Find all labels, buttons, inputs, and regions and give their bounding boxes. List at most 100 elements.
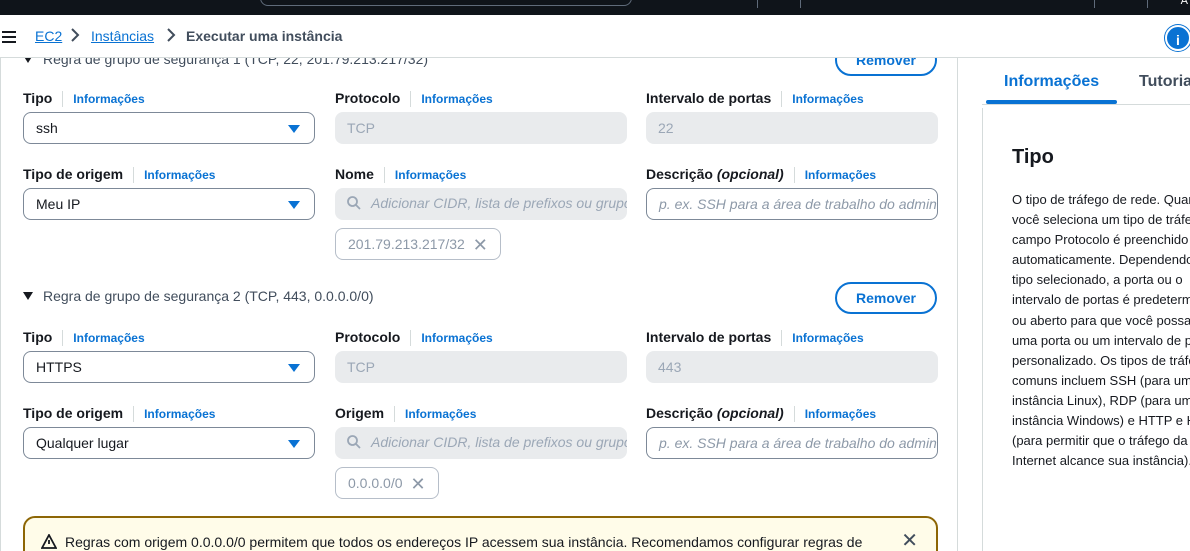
description-info-link[interactable]: Informações [805,168,876,182]
rule-1-source-type-value: Meu IP [36,196,81,212]
breadcrumb-ec2[interactable]: EC2 [35,28,62,44]
help-line: O tipo de tráfego de rede. Quando [1012,192,1190,207]
help-line: Internet alcance sua instância). [1012,453,1190,469]
rule-2-protocol-field: TCP [335,351,627,383]
help-line: instância Windows) e HTTP e HTTPS [1012,413,1190,429]
source-type-label: Tipo de origem [23,405,124,421]
protocol-label: Protocolo [335,90,401,106]
protocol-label: Protocolo [335,329,401,345]
rule-1-type-label-row: Tipo Informações [23,90,145,108]
menu-icon[interactable] [2,31,16,43]
info-panel-button[interactable]: i [1165,25,1190,51]
rule-2-description-input[interactable]: p. ex. SSH para a área de trabalho do ad… [646,427,938,459]
rule-2-type-value: HTTPS [36,359,82,375]
rule-2-header-text: Regra de grupo de segurança 2 (TCP, 443,… [43,288,374,304]
rule-2-protocol-label-row: Protocolo Informações [335,329,493,347]
tab-tutoriais[interactable]: Tutoriais [1139,73,1190,91]
rule-1-type-value: ssh [36,120,58,136]
security-group-rules-panel: Regra de grupo de segurança 1 (TCP, 22, … [0,58,958,551]
rule-2-ports-label-row: Intervalo de portas Informações [646,329,864,347]
rule-1-source-type-select[interactable]: Meu IP [23,188,315,220]
port-range-label: Intervalo de portas [646,90,772,106]
dropdown-caret-icon [288,201,300,209]
protocol-info-link[interactable]: Informações [421,331,492,345]
rule-1-name-label-row: Nome Informações [335,166,466,184]
cidr-placeholder: Adicionar CIDR, lista de prefixos ou gru… [371,434,627,450]
source-type-label: Tipo de origem [23,166,124,182]
optional-tag: (opcional) [716,405,784,421]
rule-2-description-label-row: Descrição (opcional) Informações [646,405,876,423]
active-tab-indicator [986,100,1117,104]
rule-2-type-select[interactable]: HTTPS [23,351,315,383]
topbar-divider [757,0,758,8]
rule-1-type-select[interactable]: ssh [23,112,315,144]
rule-2-cidr-search-input[interactable]: Adicionar CIDR, lista de prefixos ou gru… [335,427,627,459]
dropdown-caret-icon [288,440,300,448]
rule-2-source-type-select[interactable]: Qualquer lugar [23,427,315,459]
global-search-box[interactable] [260,0,632,6]
help-side-panel: Informações Tutoriais Tipo O tipo de trá… [958,58,1190,551]
close-icon[interactable]: ✕ [411,475,426,493]
help-line: (para permitir que o tráfego da [1012,433,1188,449]
search-icon [347,196,361,210]
top-navigation-bar: A [0,0,1190,15]
rule-1-ports-label-row: Intervalo de portas Informações [646,90,864,108]
rule-2-cidr-token: 0.0.0.0/0 ✕ [335,467,439,499]
chevron-right-icon [166,28,176,45]
port-range-info-link[interactable]: Informações [792,92,863,106]
help-line: automaticamente. Dependendo do [1012,252,1190,268]
rule-1-header-text: Regra de grupo de segurança 1 (TCP, 22, … [43,58,429,67]
type-info-link[interactable]: Informações [73,92,144,106]
rule-2-source-type-value: Qualquer lugar [36,435,129,451]
name-info-link[interactable]: Informações [395,168,466,182]
rule-1-protocol-label-row: Protocolo Informações [335,90,493,108]
origin-label: Origem [335,405,385,421]
warning-text: Regras com origem 0.0.0.0/0 permitem que… [65,534,863,550]
rule-1-description-label-row: Descrição (opcional) Informações [646,166,876,184]
topbar-account-text[interactable]: A [1181,0,1188,7]
tab-informacoes[interactable]: Informações [1004,73,1099,91]
origin-info-link[interactable]: Informações [405,407,476,421]
rule-1-cidr-search-input[interactable]: Adicionar CIDR, lista de prefixos ou gru… [335,188,627,220]
rule-1-description-input[interactable]: p. ex. SSH para a área de trabalho do ad… [646,188,938,220]
description-label: Descrição (opcional) [646,405,784,421]
type-label: Tipo [23,329,53,345]
close-icon[interactable]: ✕ [473,236,488,254]
rule-2-remove-button[interactable]: Remover [835,282,937,314]
tabs-divider [982,104,1190,105]
description-label-text: Descrição [646,166,713,182]
rule-2-origin-label-row: Origem Informações [335,405,476,423]
breadcrumb-bar: EC2 Instâncias Executar uma instância i [0,15,1190,58]
type-label: Tipo [23,90,53,106]
rule-2-source-type-label-row: Tipo de origem Informações [23,405,215,423]
name-label: Nome [335,166,374,182]
source-type-info-link[interactable]: Informações [144,168,215,182]
optional-tag: (opcional) [716,166,784,182]
collapse-triangle-icon [23,292,33,300]
rule-1-header[interactable]: Regra de grupo de segurança 1 (TCP, 22, … [23,58,428,67]
cidr-token-value: 201.79.213.217/32 [348,236,465,252]
dropdown-caret-icon [288,364,300,372]
help-line: comuns incluem SSH (para uma [1012,372,1190,388]
close-icon[interactable]: ✕ [901,528,918,551]
description-info-link[interactable]: Informações [805,407,876,421]
chevron-right-icon [70,28,80,45]
protocol-info-link[interactable]: Informações [421,92,492,106]
port-range-label: Intervalo de portas [646,329,772,345]
type-info-link[interactable]: Informações [73,331,144,345]
port-range-info-link[interactable]: Informações [792,331,863,345]
rule-2-type-label-row: Tipo Informações [23,329,145,347]
topbar-divider [1094,0,1095,8]
breadcrumb-instances[interactable]: Instâncias [91,28,154,44]
help-line: instância Linux), RDP (para uma [1012,392,1190,408]
rule-1-cidr-token: 201.79.213.217/32 ✕ [335,228,501,260]
help-line: uma porta ou um intervalo de portas [1012,332,1190,348]
warning-icon [41,534,57,549]
help-line: personalizado. Os tipos de tráfego [1012,352,1190,368]
rule-2-header[interactable]: Regra de grupo de segurança 2 (TCP, 443,… [23,288,374,304]
rule-1-remove-button[interactable]: Remover [835,58,937,76]
breadcrumb-current: Executar uma instância [186,28,343,44]
collapse-triangle-icon [23,58,33,63]
cidr-placeholder: Adicionar CIDR, lista de prefixos ou gru… [371,195,627,211]
source-type-info-link[interactable]: Informações [144,407,215,421]
